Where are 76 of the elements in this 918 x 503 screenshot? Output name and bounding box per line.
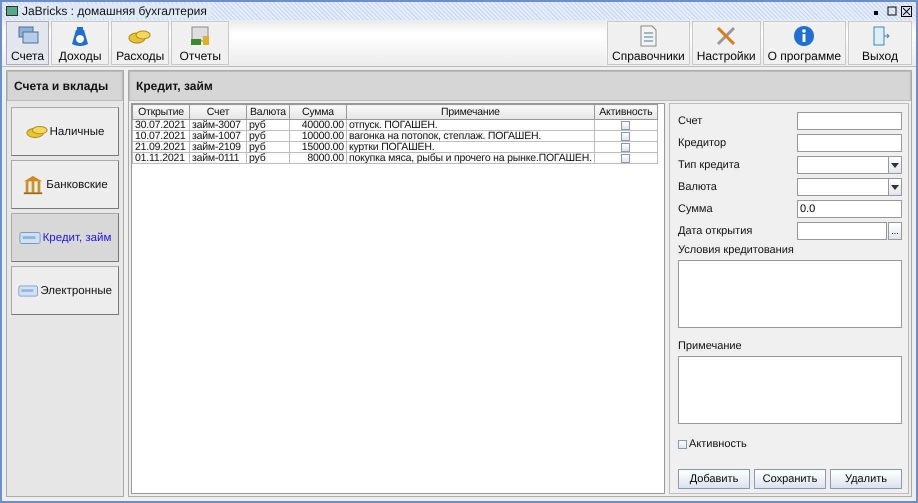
table-cell: займ-1007 [190,130,246,142]
table-cell: руб [246,120,290,130]
table-cell: отпуск. ПОГАШЕН. [346,120,594,130]
form-button[interactable]: Добавить [678,469,750,489]
column-header[interactable]: Сумма [289,104,346,120]
toolbar-button[interactable]: Отчеты [171,21,230,65]
text-area[interactable] [678,260,902,328]
table-cell: 15000.00 [289,142,346,152]
dropdown-button[interactable] [888,156,902,174]
caret-icon [891,162,899,168]
date-field[interactable] [797,222,887,240]
dropdown-field[interactable] [797,156,888,174]
field-label: Тип кредита [678,159,740,171]
table-cell: 01.11.2021 [132,152,190,164]
field-label: Валюта [678,181,717,193]
column-header[interactable]: Открытие [132,104,190,120]
table-cell: вагонка на потопок, степлаж. ПОГАШЕН. [346,130,594,142]
form-button[interactable]: Сохранить [754,469,826,489]
window-title: JaBricks : домашняя бухгалтерия [22,4,211,18]
column-header[interactable]: Примечание [346,104,594,120]
text-area[interactable] [678,356,902,424]
sidebar-item[interactable]: Кредит, займ [11,213,119,262]
toolbar-button[interactable]: О программе [762,21,846,65]
input-field[interactable] [797,112,902,130]
table-cell: займ-2109 [190,142,246,152]
field-label: Условия кредитования [678,244,795,256]
checkbox[interactable] [678,440,687,448]
table-cell: займ-0111 [190,152,246,164]
bank-icon [22,174,44,196]
toolbar-button[interactable]: Расходы [111,21,170,65]
info-icon [792,24,816,48]
checkbox[interactable] [621,142,630,152]
checkbox[interactable] [621,154,630,163]
table-cell: 8000.00 [289,152,346,164]
toolbar-button[interactable]: Счета [6,21,50,65]
dropdown-button[interactable] [888,178,902,196]
panel-header: Счета и вклады [7,71,123,101]
table-cell: 40000.00 [289,120,346,130]
panel-header: Кредит, займ [129,71,911,101]
column-header[interactable]: Активность [594,104,658,120]
sidebar-item[interactable]: Наличные [11,107,119,156]
field-label: Дата открытия [678,225,752,237]
date-picker-button[interactable]: ... [888,222,902,240]
table-cell: 21.09.2021 [132,142,190,152]
table-cell: руб [246,130,290,142]
toolbar-button[interactable]: Настройки [692,21,761,65]
toolbar-button[interactable]: Доходы [51,21,110,65]
column-header[interactable]: Счет [190,104,246,120]
form-button[interactable]: Удалить [830,469,902,489]
checkbox[interactable] [621,120,630,130]
checkbox[interactable] [621,132,630,141]
table-cell: займ-3007 [190,120,246,130]
toolbar-button[interactable]: Справочники [607,21,690,65]
table-cell: руб [246,142,290,152]
field-label: Сумма [678,203,713,215]
input-field[interactable] [797,134,902,152]
checkbox-label: Активность [689,438,747,450]
column-header[interactable]: Валюта [246,104,290,120]
dropdown-field[interactable] [797,178,888,196]
table-cell: 10.07.2021 [132,130,190,142]
table-cell: 10000.00 [289,130,346,142]
field-label: Кредитор [678,137,726,149]
app-icon [6,6,18,16]
maximize-icon[interactable] [887,6,897,16]
close-icon[interactable] [901,6,912,16]
caret-icon [891,184,899,190]
sidebar-item[interactable]: Электронные [11,266,119,315]
toolbar-button[interactable]: Выход [848,21,912,65]
input-field[interactable]: 0.0 [797,200,902,218]
table-cell: руб [246,152,290,164]
sidebar-item[interactable]: Банковские [11,160,119,209]
field-label: Счет [678,115,702,127]
table-cell: покупка мяса, рыбы и прочего на рынке.ПОГАШЕН. [346,152,594,164]
table-cell: куртки ПОГАШЕН. [346,142,594,152]
field-label: Примечание [678,340,743,352]
table-cell: 30.07.2021 [132,120,190,130]
